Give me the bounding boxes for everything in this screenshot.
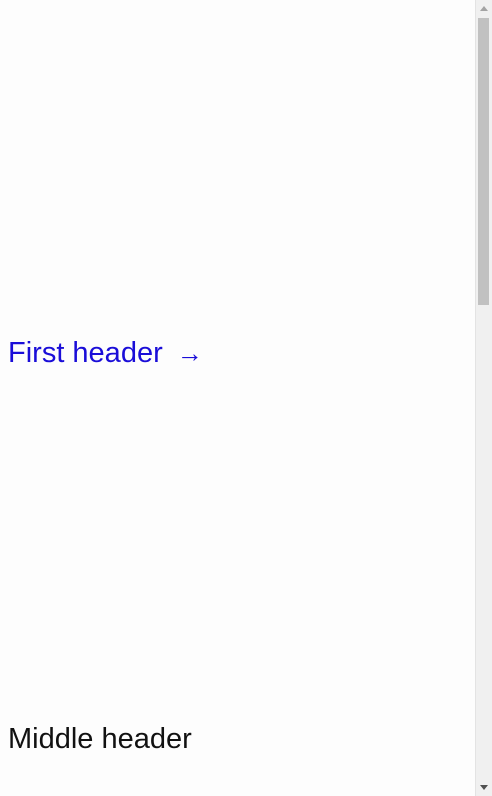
vertical-scrollbar[interactable]	[475, 0, 492, 796]
browser-viewport: First header → Middle header	[0, 0, 492, 796]
first-header-label: First header	[8, 337, 163, 369]
chevron-up-icon[interactable]	[480, 6, 488, 11]
middle-header: Middle header	[8, 723, 192, 755]
scrollbar-thumb[interactable]	[478, 18, 489, 305]
right-arrow-icon: →	[176, 338, 203, 368]
first-header-link[interactable]: First header →	[8, 334, 203, 372]
page-content: First header → Middle header	[0, 0, 475, 796]
chevron-down-icon[interactable]	[480, 785, 488, 790]
